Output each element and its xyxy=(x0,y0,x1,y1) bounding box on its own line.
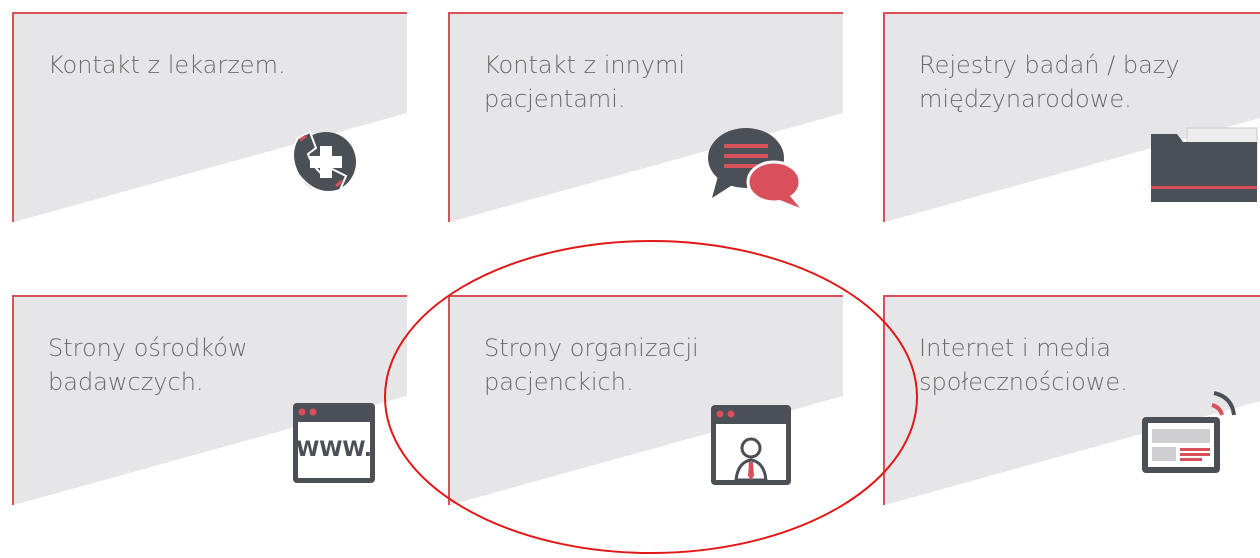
card-patient-organizations[interactable]: Strony organizacji pacjenckich. xyxy=(448,295,843,505)
card-label: Strony ośrodków badawczych. xyxy=(48,334,248,396)
card-registries[interactable]: Rejestry badań / bazy międzynarodowe. xyxy=(883,12,1260,222)
phone-medical-icon xyxy=(292,130,356,193)
folder-icon xyxy=(1151,127,1258,202)
card-label: Rejestry badań / bazy międzynarodowe. xyxy=(919,51,1180,113)
card-label: Strony organizacji pacjenckich. xyxy=(484,334,699,396)
card-label: Kontakt z lekarzem. xyxy=(48,51,286,79)
card-research-centers[interactable]: Strony ośrodków badawczych. WWW. xyxy=(12,295,407,505)
card-patient-contact[interactable]: Kontakt z innymi pacjentami. xyxy=(448,12,843,222)
card-doctor-contact[interactable]: Kontakt z lekarzem. xyxy=(12,12,407,222)
card-label: Kontakt z innymi pacjentami. xyxy=(484,51,686,113)
www-text: WWW. xyxy=(296,437,372,461)
person-window-icon xyxy=(711,405,791,485)
card-social-media[interactable]: Internet i media społecznościowe. xyxy=(883,295,1260,505)
chat-bubbles-icon xyxy=(708,128,802,208)
www-window-icon: WWW. xyxy=(293,403,375,483)
card-label: Internet i media społecznościowe. xyxy=(919,334,1128,396)
wireless-screen-icon xyxy=(1142,391,1236,473)
